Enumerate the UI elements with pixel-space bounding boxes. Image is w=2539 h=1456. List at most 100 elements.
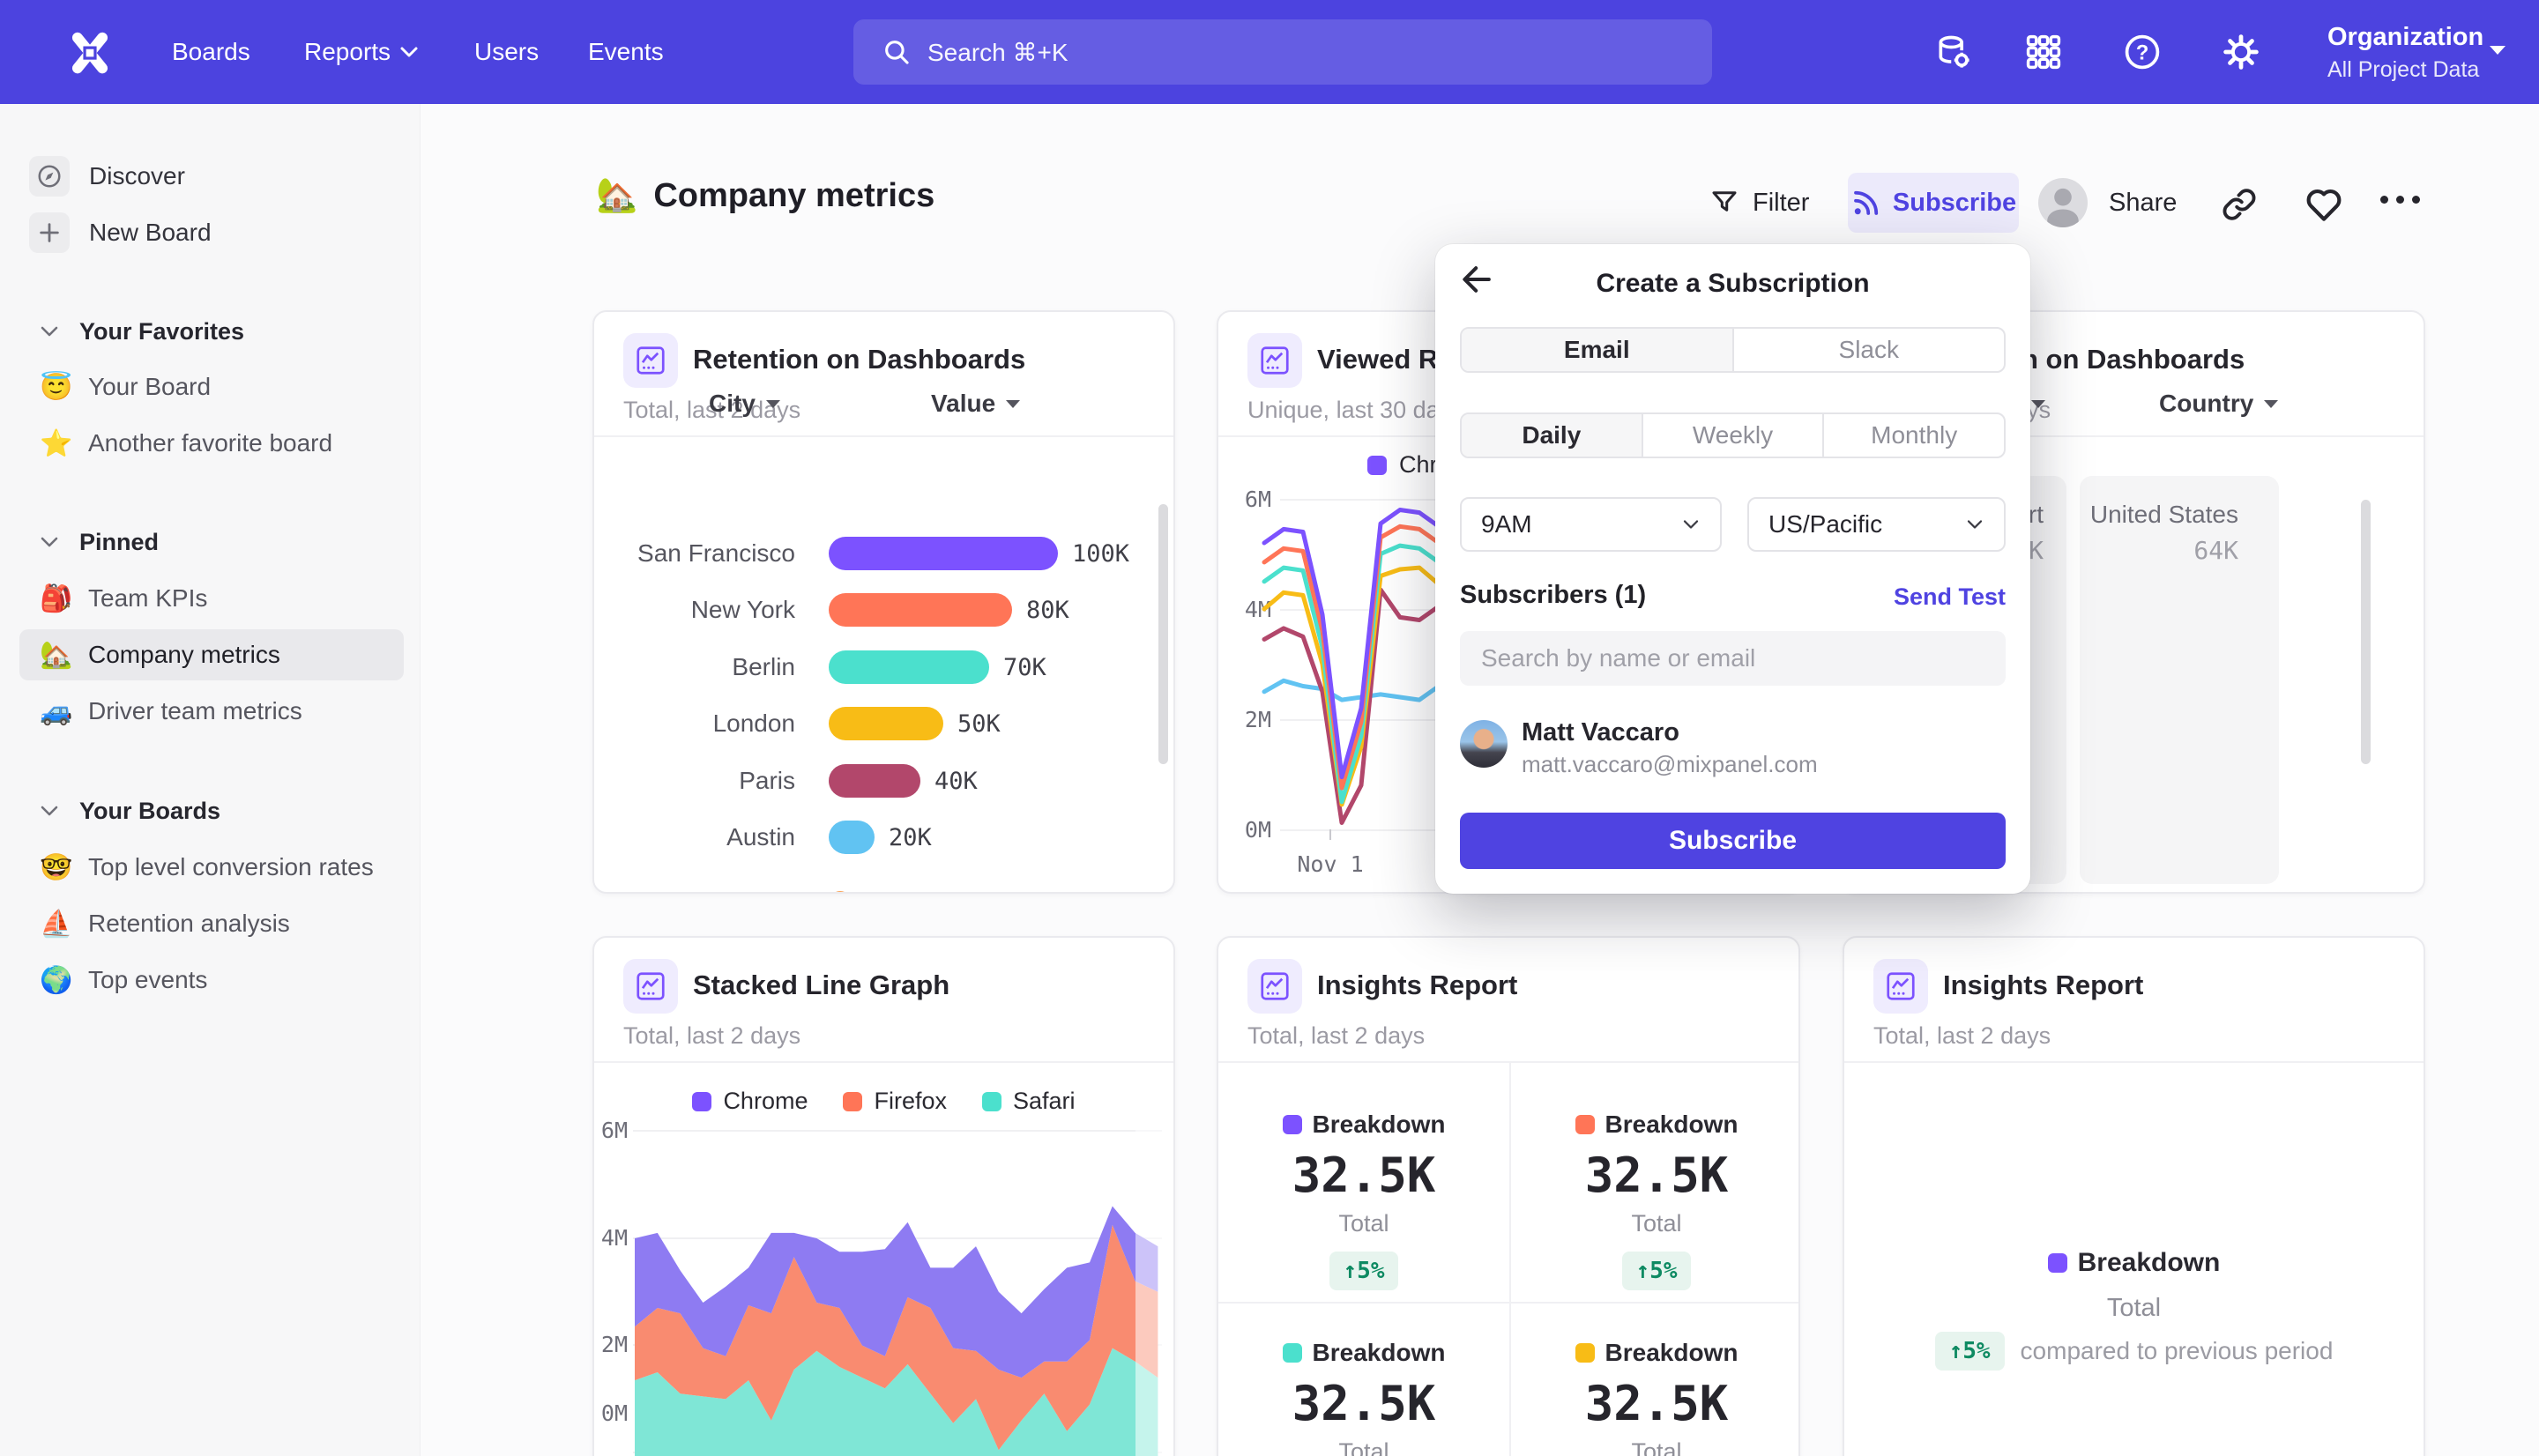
plus-icon	[29, 212, 70, 253]
card-insights-report-single: Insights Report Total, last 2 days Break…	[1843, 936, 2425, 1456]
sidebar-item-your-board[interactable]: 😇 Your Board	[19, 361, 404, 412]
org-project-switcher[interactable]: Organization All Project Data	[2327, 23, 2483, 83]
subscribe-submit-button[interactable]: Subscribe	[1460, 813, 2006, 869]
segment-panel[interactable]: United States 64K	[2080, 476, 2279, 884]
chart-legend[interactable]: Chrome Firefox Safari	[594, 1088, 1173, 1115]
nav-item-events[interactable]: Events	[588, 0, 664, 104]
global-search-input[interactable]: Search ⌘+K	[853, 19, 1712, 85]
favorite-heart-icon[interactable]	[2303, 183, 2345, 226]
legend-swatch	[982, 1092, 1001, 1111]
sidebar-item-top-events[interactable]: 🌍 Top events	[19, 955, 404, 1006]
frequency-tabs: Daily Weekly Monthly	[1460, 412, 2006, 458]
x-tick-mark	[1329, 829, 1331, 840]
metric-breakdown-3[interactable]: Breakdown 32.5K Total ↑5%	[1218, 1339, 1509, 1456]
subscriber-email: matt.vaccaro@mixpanel.com	[1522, 751, 1818, 778]
delta-badge: ↑5%	[1935, 1332, 2005, 1371]
chart-icon	[1873, 959, 1928, 1014]
apps-grid-icon[interactable]	[2024, 33, 2063, 71]
data-management-icon[interactable]	[1934, 33, 1973, 71]
bar	[829, 650, 989, 684]
copy-link-icon[interactable]	[2220, 185, 2259, 224]
column-header-city[interactable]: City	[709, 390, 780, 418]
metric-breakdown-1[interactable]: Breakdown 32.5K Total ↑5%	[1218, 1111, 1509, 1290]
board-emoji: 🏡	[39, 640, 74, 671]
divider	[1844, 1061, 2424, 1063]
user-avatar[interactable]	[2038, 178, 2088, 227]
tab-slack[interactable]: Slack	[1732, 329, 2005, 371]
legend-swatch	[1575, 1343, 1595, 1363]
metric-breakdown-4[interactable]: Breakdown 32.5K Total ↑5%	[1511, 1339, 1800, 1456]
bar-row[interactable]: Bangalore10K	[594, 880, 1173, 894]
chevron-down-icon	[39, 535, 60, 549]
sidebar-item-new-board[interactable]: New Board	[29, 208, 212, 257]
settings-gear-icon[interactable]	[2222, 33, 2260, 71]
sidebar-item-top-level-conversion-rates[interactable]: 🤓 Top level conversion rates	[19, 842, 404, 893]
nav-item-reports[interactable]: Reports	[304, 0, 419, 104]
more-options-button[interactable]	[2380, 196, 2420, 204]
divider	[594, 1061, 1173, 1063]
sidebar-section-your-boards[interactable]: Your Boards	[39, 787, 220, 835]
card-title: Insights Report	[1943, 969, 2143, 1001]
nav-item-users[interactable]: Users	[474, 0, 539, 104]
subscribers-label: Subscribers (1)	[1460, 581, 1646, 610]
stacked-area-chart[interactable]	[633, 1121, 1162, 1456]
metric-breakdown-2[interactable]: Breakdown 32.5K Total ↑5%	[1511, 1111, 1800, 1290]
sidebar-item-company-metrics[interactable]: 🏡 Company metrics	[19, 629, 404, 680]
help-icon[interactable]: ?	[2123, 33, 2162, 71]
caret-down-icon	[2490, 46, 2505, 55]
modal-title: Create a Subscription	[1435, 269, 2030, 299]
share-button[interactable]: Share	[2109, 173, 2177, 233]
sidebar-item-retention-analysis[interactable]: ⛵ Retention analysis	[19, 898, 404, 949]
card-subtitle: Total, last 2 days	[1247, 1022, 1425, 1050]
scrollbar[interactable]	[2361, 500, 2371, 764]
chart-icon	[623, 333, 678, 388]
top-navbar: Boards Reports Users Events Search ⌘+K	[0, 0, 2539, 104]
timezone-select[interactable]: US/Pacific	[1747, 497, 2006, 552]
sidebar-section-your-favorites[interactable]: Your Favorites	[39, 308, 244, 355]
bar-row[interactable]: Paris40K	[594, 753, 1173, 809]
bar	[829, 891, 852, 894]
tab-monthly[interactable]: Monthly	[1822, 414, 2004, 457]
metric-breakdown[interactable]: Breakdown Total ↑5% compared to previous…	[1844, 1248, 2424, 1371]
board-emoji: ⛵	[39, 909, 74, 940]
bar-row[interactable]: London50K	[594, 695, 1173, 752]
board-emoji: 😇	[39, 372, 74, 403]
project-name: All Project Data	[2327, 57, 2483, 83]
scrollbar[interactable]	[1158, 504, 1168, 764]
filter-button[interactable]: Filter	[1709, 173, 1809, 233]
compass-icon	[29, 156, 70, 197]
sidebar-item-driver-team-metrics[interactable]: 🚙 Driver team metrics	[19, 686, 404, 737]
nav-item-boards[interactable]: Boards	[172, 0, 250, 104]
tab-weekly[interactable]: Weekly	[1642, 414, 1823, 457]
channel-tabs: Email Slack	[1460, 327, 2006, 373]
send-test-link[interactable]: Send Test	[1894, 583, 2006, 611]
bar-row[interactable]: Berlin70K	[594, 639, 1173, 695]
page-title: 🏡Company metrics	[596, 176, 934, 215]
sidebar-item-team-kpis[interactable]: 🎒 Team KPIs	[19, 573, 404, 624]
subscribe-button[interactable]: Subscribe	[1848, 173, 2019, 233]
subscriber-search-input[interactable]	[1460, 631, 2006, 686]
bar	[829, 821, 875, 854]
bar-row[interactable]: San Francisco100K	[594, 525, 1173, 582]
column-header-value[interactable]: Value	[931, 390, 1020, 418]
delta-badge: ↑5%	[1622, 1252, 1692, 1290]
column-header-country[interactable]: Country	[2159, 390, 2278, 418]
bar	[829, 537, 1058, 570]
tab-daily[interactable]: Daily	[1462, 414, 1642, 457]
chart-icon	[1247, 959, 1302, 1014]
bar-row[interactable]: New York80K	[594, 582, 1173, 638]
bar	[829, 707, 943, 740]
legend-swatch	[692, 1092, 711, 1111]
bar-row[interactable]: Austin20K	[594, 809, 1173, 865]
y-tick: 0M	[592, 1400, 628, 1426]
legend-swatch	[843, 1092, 862, 1111]
tab-email[interactable]: Email	[1462, 329, 1732, 371]
sidebar-item-discover[interactable]: Discover	[29, 152, 185, 201]
sidebar-item-another-favorite-board[interactable]: ⭐ Another favorite board	[19, 418, 404, 469]
card-stacked-line-graph: Stacked Line Graph Total, last 2 days Ch…	[592, 936, 1175, 1456]
mixpanel-logo-icon[interactable]	[67, 29, 113, 75]
sort-caret-icon	[1006, 400, 1020, 408]
time-select[interactable]: 9AM	[1460, 497, 1722, 552]
sidebar-section-pinned[interactable]: Pinned	[39, 518, 159, 566]
chevron-down-icon	[399, 46, 419, 58]
